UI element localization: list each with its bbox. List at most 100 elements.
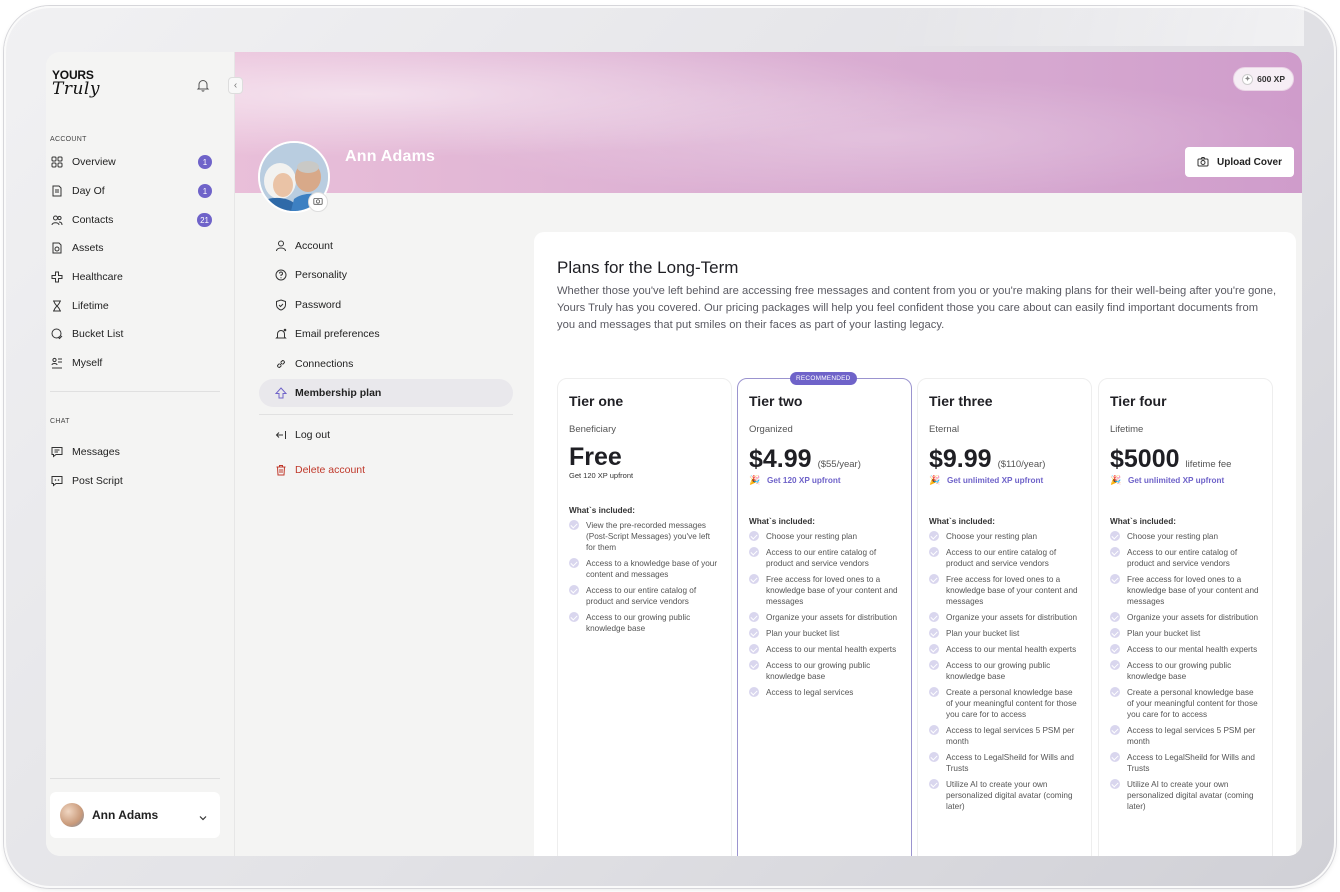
sidebar-item-myself[interactable]: Myself [50, 352, 220, 374]
camera-icon [313, 193, 323, 211]
feature-text: Plan your bucket list [946, 629, 1020, 638]
check-icon [929, 660, 939, 670]
sidebar-item-post-script[interactable]: Post Script [50, 470, 220, 492]
included-label: What`s included: [1110, 517, 1176, 526]
feature-text: Utilize AI to create your own personaliz… [1127, 780, 1254, 811]
question-icon [275, 269, 287, 281]
users-icon [50, 213, 64, 227]
tier-card-one[interactable]: Tier one Beneficiary Free Get 120 XP upf… [557, 378, 732, 856]
settings-item-personality[interactable]: Personality [259, 261, 513, 289]
main-content: ✦ 600 XP Upload Cover Ann Adams Account … [235, 52, 1302, 856]
feature-list: Choose your resting plan Access to our e… [929, 531, 1080, 812]
check-icon [749, 531, 759, 541]
plans-description: Whether those you've left behind are acc… [557, 285, 1277, 331]
sidebar-item-label: Overview [72, 156, 116, 168]
xp-icon: ✦ [1242, 73, 1254, 85]
sidebar-item-lifetime[interactable]: Lifetime [50, 295, 220, 317]
document-icon [50, 184, 64, 198]
tier-xp-link[interactable]: 🎉 Get unlimited XP upfront [1110, 475, 1261, 485]
feature-text: Access to our mental health experts [1127, 645, 1258, 654]
feature-list: Choose your resting plan Access to our e… [1110, 531, 1261, 812]
delete-account-button[interactable]: Delete account [259, 456, 513, 484]
feature-item: Choose your resting plan [749, 531, 900, 542]
settings-item-account[interactable]: Account [259, 232, 513, 260]
feature-text: Access to LegalSheild for Wills and Trus… [1127, 753, 1255, 773]
feature-item: Access to legal services 5 PSM per month [929, 725, 1080, 747]
feature-text: Access to legal services [766, 688, 854, 697]
feature-item: Access to our entire catalog of product … [1110, 547, 1261, 569]
user-menu[interactable]: Ann Adams [50, 792, 220, 838]
sidebar-item-label: Day Of [72, 185, 105, 197]
sidebar-item-assets[interactable]: Assets [50, 237, 220, 259]
upload-cover-button[interactable]: Upload Cover [1184, 147, 1294, 177]
feature-item: Utilize AI to create your own personaliz… [1110, 779, 1261, 812]
check-icon [749, 660, 759, 670]
settings-item-connections[interactable]: Connections [259, 350, 513, 378]
sidebar-item-overview[interactable]: Overview 1 [50, 151, 220, 173]
settings-item-label: Connections [295, 358, 354, 370]
feature-item: Access to our growing public knowledge b… [569, 612, 720, 634]
logout-button[interactable]: Log out [259, 421, 513, 449]
check-icon [929, 574, 939, 584]
settings-item-password[interactable]: Password [259, 291, 513, 319]
feature-text: Access to our growing public knowledge b… [766, 661, 871, 681]
feature-text: Access to LegalSheild for Wills and Trus… [946, 753, 1074, 773]
tier-price: $5000 [1110, 445, 1180, 473]
feature-item: Access to our entire catalog of product … [749, 547, 900, 569]
notification-badge: 1 [198, 184, 212, 198]
sidebar-item-healthcare[interactable]: Healthcare [50, 266, 220, 288]
check-icon [929, 531, 939, 541]
app-logo[interactable]: YOURS Truly [52, 69, 112, 103]
check-icon [929, 687, 939, 697]
feature-text: Organize your assets for distribution [946, 613, 1078, 622]
device-frame: YOURS Truly ACCOUNT Overview 1 Day Of 1 … [4, 6, 1336, 888]
feature-text: Create a personal knowledge base of your… [946, 688, 1077, 719]
feature-item: Plan your bucket list [1110, 628, 1261, 639]
settings-item-email-preferences[interactable]: Email preferences [259, 320, 513, 348]
logo-bottom: Truly [52, 79, 100, 99]
check-icon [1110, 779, 1120, 789]
check-icon [1110, 644, 1120, 654]
check-icon [1110, 531, 1120, 541]
feature-item: Access to legal services 5 PSM per month [1110, 725, 1261, 747]
tier-price-note: ($55/year) [817, 459, 861, 470]
check-icon [1110, 725, 1120, 735]
xp-value: 600 XP [1257, 74, 1285, 84]
sidebar-item-contacts[interactable]: Contacts 21 [50, 209, 220, 231]
xp-badge[interactable]: ✦ 600 XP [1233, 67, 1294, 91]
sidebar-item-bucket-list[interactable]: Bucket List [50, 323, 220, 345]
settings-divider [259, 414, 513, 415]
tier-name: Tier three [929, 393, 993, 409]
message-icon [50, 445, 64, 459]
avatar [60, 803, 84, 827]
bell-icon[interactable] [196, 78, 210, 92]
tier-subtitle: Beneficiary [569, 424, 616, 435]
sidebar-item-label: Healthcare [72, 271, 123, 283]
post-script-icon [50, 474, 64, 488]
tier-xp-link[interactable]: 🎉 Get 120 XP upfront [749, 475, 900, 485]
tier-price-note: ($110/year) [997, 459, 1046, 470]
tier-card-three[interactable]: Tier three Eternal $9.99 ($110/year) 🎉 Ge… [917, 378, 1092, 856]
tier-card-two[interactable]: RECOMMENDED Tier two Organized $4.99 ($5… [737, 372, 912, 856]
price-row: $5000 lifetime fee [1110, 445, 1261, 473]
tier-card-four[interactable]: Tier four Lifetime $5000 lifetime fee 🎉 G… [1098, 378, 1273, 856]
tier-price-note: lifetime fee [1185, 459, 1232, 470]
feature-item: Free access for loved ones to a knowledg… [929, 574, 1080, 607]
feature-item: Access to our mental health experts [749, 644, 900, 655]
sidebar-item-messages[interactable]: Messages [50, 441, 220, 463]
settings-item-label: Membership plan [295, 387, 382, 399]
feature-text: Free access for loved ones to a knowledg… [946, 575, 1078, 606]
check-icon [569, 585, 579, 595]
collapse-sidebar-button[interactable]: ‹ [228, 77, 243, 94]
check-icon [749, 547, 759, 557]
feature-item: Organize your assets for distribution [1110, 612, 1261, 623]
settings-item-label: Account [295, 240, 333, 252]
settings-item-membership-plan[interactable]: Membership plan [259, 379, 513, 407]
plans-panel: Plans for the Long-Term Whether those yo… [534, 232, 1296, 856]
tier-price: Free [569, 443, 622, 471]
sidebar-item-day-of[interactable]: Day Of 1 [50, 180, 220, 202]
price-row: Free [569, 443, 720, 471]
tier-subtitle: Lifetime [1110, 424, 1144, 435]
change-photo-button[interactable] [308, 192, 328, 212]
tier-xp-link[interactable]: 🎉 Get unlimited XP upfront [929, 475, 1080, 485]
